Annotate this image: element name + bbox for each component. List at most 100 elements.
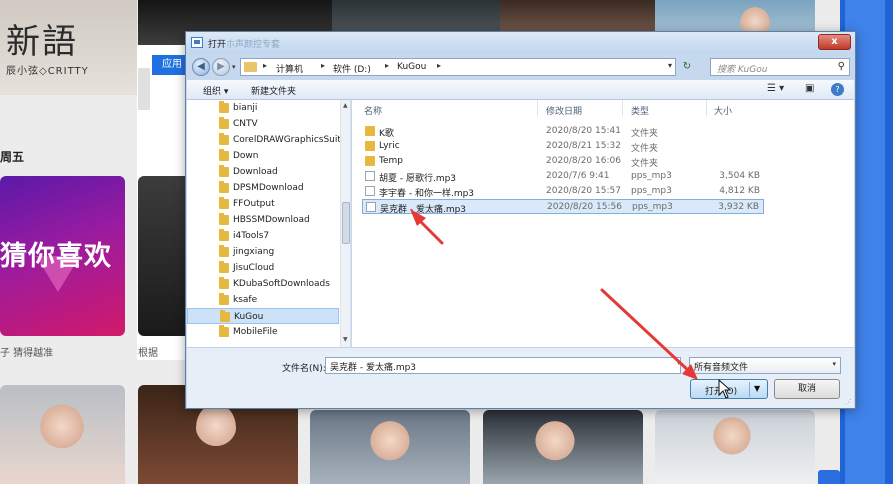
close-button[interactable]: x <box>818 34 851 50</box>
column-header-type[interactable]: 类型 <box>631 104 649 117</box>
dialog-titlebar[interactable]: 打开 ホ声颜控专套 x <box>186 32 855 54</box>
filetype-select[interactable]: 所有音频文件 ▾ <box>689 357 841 374</box>
folder-icon <box>219 293 229 305</box>
address-row: ◀ ▶ ▾ ▸ 计算机 ▸ 软件 (D:) ▸ KuGou ▸ ▾ ↻ 搜索 K… <box>186 54 855 80</box>
breadcrumb-computer[interactable]: 计算机 <box>276 62 303 75</box>
forward-button[interactable]: ▶ <box>212 58 230 76</box>
search-placeholder: 搜索 KuGou <box>717 65 768 75</box>
album-cover-bottom-3[interactable] <box>310 410 470 484</box>
file-row[interactable]: 李宇春 - 和你一样.mp3 2020/8/20 15:57 pps_mp3 4… <box>362 184 764 199</box>
search-input[interactable]: 搜索 KuGou ⚲ <box>710 58 850 76</box>
column-header-date[interactable]: 修改日期 <box>546 104 582 117</box>
new-folder-button[interactable]: 新建文件夹 <box>251 84 296 97</box>
nav-scrollbar-thumb[interactable] <box>342 202 350 244</box>
back-button[interactable]: ◀ <box>192 58 210 76</box>
address-bar[interactable]: ▸ 计算机 ▸ 软件 (D:) ▸ KuGou ▸ ▾ <box>240 58 676 76</box>
organize-menu[interactable]: 组织 ▾ <box>203 84 228 97</box>
file-list: 名称 修改日期 类型 大小 K歌 2020/8/20 15:41 文件夹 Lyr… <box>352 100 854 347</box>
nav-folder-label: KuGou <box>234 312 264 322</box>
file-name: K歌 <box>379 129 394 139</box>
nav-folder[interactable]: DPSMDownload <box>187 180 339 196</box>
folder-icon <box>219 277 229 289</box>
history-dropdown-icon[interactable]: ▾ <box>232 63 236 71</box>
nav-folder-label: ksafe <box>233 295 258 305</box>
album-cover-1[interactable]: 新語 辰小弦◇CRITTY <box>0 0 137 95</box>
column-divider[interactable] <box>706 100 707 116</box>
column-divider[interactable] <box>622 100 623 116</box>
chevron-down-icon: ▾ <box>832 360 836 368</box>
file-name: 胡夏 - 愿歌行.mp3 <box>379 174 457 184</box>
open-button-label: 打开(O) <box>705 387 738 397</box>
column-divider[interactable] <box>537 100 538 116</box>
nav-folder[interactable]: Download <box>187 164 339 180</box>
open-options-icon[interactable]: ▼ <box>754 384 760 393</box>
file-size: 3,504 KB <box>719 171 760 181</box>
resize-grip-icon[interactable]: ⋰ <box>845 398 852 406</box>
nav-folder[interactable]: Down <box>187 148 339 164</box>
file-name: 李宇春 - 和你一样.mp3 <box>379 189 475 199</box>
open-file-dialog: 打开 ホ声颜控专套 x ◀ ▶ ▾ ▸ 计算机 ▸ 软件 (D:) ▸ KuGo… <box>185 31 856 409</box>
button-divider <box>749 382 750 397</box>
nav-folder[interactable]: CNTV <box>187 116 339 132</box>
nav-folder[interactable]: bianji <box>187 100 339 116</box>
folder-icon <box>219 101 229 113</box>
nav-folder[interactable]: jingxiang <box>187 244 339 260</box>
folder-icon <box>219 261 229 273</box>
filename-dropdown-icon[interactable]: ▾ <box>677 359 681 367</box>
search-icon[interactable]: ⚲ <box>838 61 845 72</box>
nav-folder-label: KDubaSoftDownloads <box>233 279 330 289</box>
chevron-right-icon[interactable]: ▸ <box>385 61 389 70</box>
preview-pane-icon[interactable]: ▣ <box>805 83 814 94</box>
nav-folder-selected[interactable]: KuGou <box>187 308 339 324</box>
breadcrumb-kugou[interactable]: KuGou <box>397 62 426 72</box>
cover-logo-text: 新語 <box>6 22 78 62</box>
chevron-right-icon[interactable]: ▸ <box>321 61 325 70</box>
dialog-footer: 文件名(N): 吴克群 - 爱太痛.mp3 ▾ 所有音频文件 ▾ 打开(O) ▼… <box>187 347 854 408</box>
album-cover-bottom-4[interactable] <box>483 410 643 484</box>
nav-folder-label: bianji <box>233 103 258 113</box>
guess-you-like-card[interactable]: 猜你喜欢 <box>0 176 125 336</box>
help-icon[interactable]: ? <box>831 83 844 96</box>
floating-button[interactable] <box>818 470 840 484</box>
file-row[interactable]: 胡夏 - 愿歌行.mp3 2020/7/6 9:41 pps_mp3 3,504… <box>362 169 764 184</box>
column-header-size[interactable]: 大小 <box>714 104 732 117</box>
nav-folder[interactable]: ksafe <box>187 292 339 308</box>
scroll-up-icon[interactable]: ▲ <box>343 102 348 109</box>
refresh-icon[interactable]: ↻ <box>678 58 696 76</box>
nav-folder[interactable]: CorelDRAWGraphicsSuite <box>187 132 346 148</box>
breadcrumb-drive-d[interactable]: 软件 (D:) <box>333 62 371 75</box>
column-header-name[interactable]: 名称 <box>364 104 382 117</box>
album-cover-bottom-5[interactable] <box>655 410 815 484</box>
nav-folder[interactable]: KDubaSoftDownloads <box>187 276 339 292</box>
file-row-selected[interactable]: 吴克群 - 爱太痛.mp3 2020/8/20 15:56 pps_mp3 3,… <box>362 199 764 215</box>
open-button[interactable]: 打开(O) ▼ <box>690 379 768 399</box>
file-size: 3,932 KB <box>718 202 759 212</box>
folder-icon <box>219 181 229 193</box>
nav-folder[interactable]: MobileFile <box>187 324 339 340</box>
dialog-title: 打开 <box>208 40 227 50</box>
nav-folder[interactable]: FFOutput <box>187 196 339 212</box>
featured-title: 猜你喜欢 <box>0 241 112 272</box>
album-cover-bottom-1[interactable] <box>0 385 125 484</box>
filename-input[interactable]: 吴克群 - 爱太痛.mp3 <box>325 357 681 374</box>
file-type: pps_mp3 <box>631 186 672 196</box>
folder-icon <box>219 197 229 209</box>
nav-folder[interactable]: i4Tools7 <box>187 228 339 244</box>
nav-folder[interactable]: JisuCloud <box>187 260 339 276</box>
file-row[interactable]: K歌 2020/8/20 15:41 文件夹 <box>362 124 764 139</box>
view-options-icon[interactable]: ☰ ▾ <box>767 83 784 94</box>
file-row[interactable]: Lyric 2020/8/21 15:32 文件夹 <box>362 139 764 154</box>
folder-icon <box>219 213 229 225</box>
scroll-down-icon[interactable]: ▼ <box>343 336 348 343</box>
chevron-right-icon[interactable]: ▸ <box>437 61 441 70</box>
file-type: pps_mp3 <box>631 171 672 181</box>
cancel-button[interactable]: 取消 <box>774 379 840 399</box>
chevron-right-icon[interactable]: ▸ <box>263 61 267 70</box>
file-type: 文件夹 <box>631 129 659 139</box>
file-row[interactable]: Temp 2020/8/20 16:06 文件夹 <box>362 154 764 169</box>
address-dropdown-icon[interactable]: ▾ <box>668 61 672 70</box>
album-cover-4[interactable] <box>500 0 665 32</box>
file-date: 2020/8/20 15:56 <box>547 202 622 212</box>
file-type: 文件夹 <box>631 159 659 169</box>
nav-folder[interactable]: HBSSMDownload <box>187 212 339 228</box>
